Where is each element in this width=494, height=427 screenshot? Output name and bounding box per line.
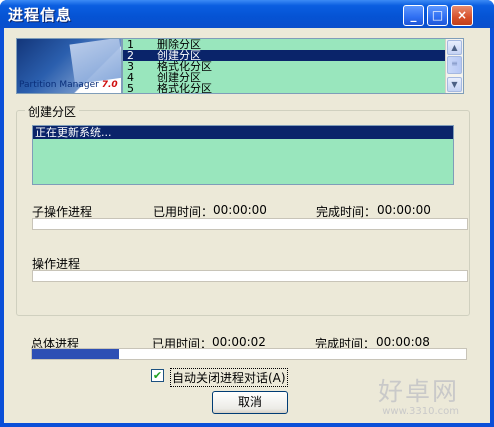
cancel-button[interactable]: 取消 [212, 391, 288, 414]
status-log[interactable]: 正在更新系统... [32, 125, 454, 185]
close-button[interactable]: × [451, 5, 473, 26]
total-progress-fill [32, 349, 119, 359]
sub-elapsed-value: 00:00:00 [213, 203, 267, 217]
dialog-window: 进程信息 _ □ × Partition Manager 7.0 1 删除分区 … [0, 0, 494, 427]
logo-map-graphic [69, 39, 121, 85]
op-progress-bar [32, 270, 468, 282]
total-elapsed-value: 00:00:02 [212, 335, 266, 349]
scroll-up-icon[interactable]: ▲ [447, 40, 462, 55]
total-remaining-value: 00:00:08 [376, 335, 430, 349]
watermark-url: www.3310.com [382, 406, 460, 417]
operation-steps-list[interactable]: 1 删除分区 2 创建分区 3 格式化分区 4 创建分区 5 格式化分区 ▲ ≡ [122, 38, 464, 94]
step-label: 格式化分区 [157, 82, 212, 94]
auto-close-label[interactable]: 自动关闭进程对话(A) [170, 368, 288, 387]
minimize-button[interactable]: _ [403, 5, 424, 26]
auto-close-checkbox[interactable]: ✔ [151, 369, 164, 382]
logo-product-name: Partition Manager [19, 80, 99, 90]
maximize-button[interactable]: □ [427, 5, 448, 26]
window-title: 进程信息 [8, 6, 73, 24]
scroll-thumb[interactable]: ≡ [447, 56, 462, 74]
product-logo: Partition Manager 7.0 [16, 38, 122, 94]
step-number: 5 [127, 82, 134, 94]
title-bar[interactable]: 进程信息 _ □ × [0, 0, 494, 28]
sub-remaining-value: 00:00:00 [377, 203, 431, 217]
logo-version: 7.0 [101, 80, 118, 90]
scroll-down-icon[interactable]: ▼ [447, 77, 462, 92]
steps-scrollbar[interactable]: ▲ ≡ ▼ [445, 39, 463, 93]
list-item[interactable]: 5 格式化分区 [123, 82, 463, 94]
watermark-text: 好卓网 [378, 377, 460, 406]
log-line[interactable]: 正在更新系统... [33, 126, 453, 139]
total-progress-bar [31, 348, 467, 360]
current-operation-group: 创建分区 正在更新系统... 子操作进程 已用时间： 00:00:00 完成时间… [16, 103, 470, 316]
group-title: 创建分区 [25, 103, 80, 120]
sub-progress-bar [32, 218, 468, 230]
watermark: 好卓网 www.3310.com [378, 372, 459, 417]
dialog-client-area: Partition Manager 7.0 1 删除分区 2 创建分区 3 格式… [4, 28, 490, 423]
